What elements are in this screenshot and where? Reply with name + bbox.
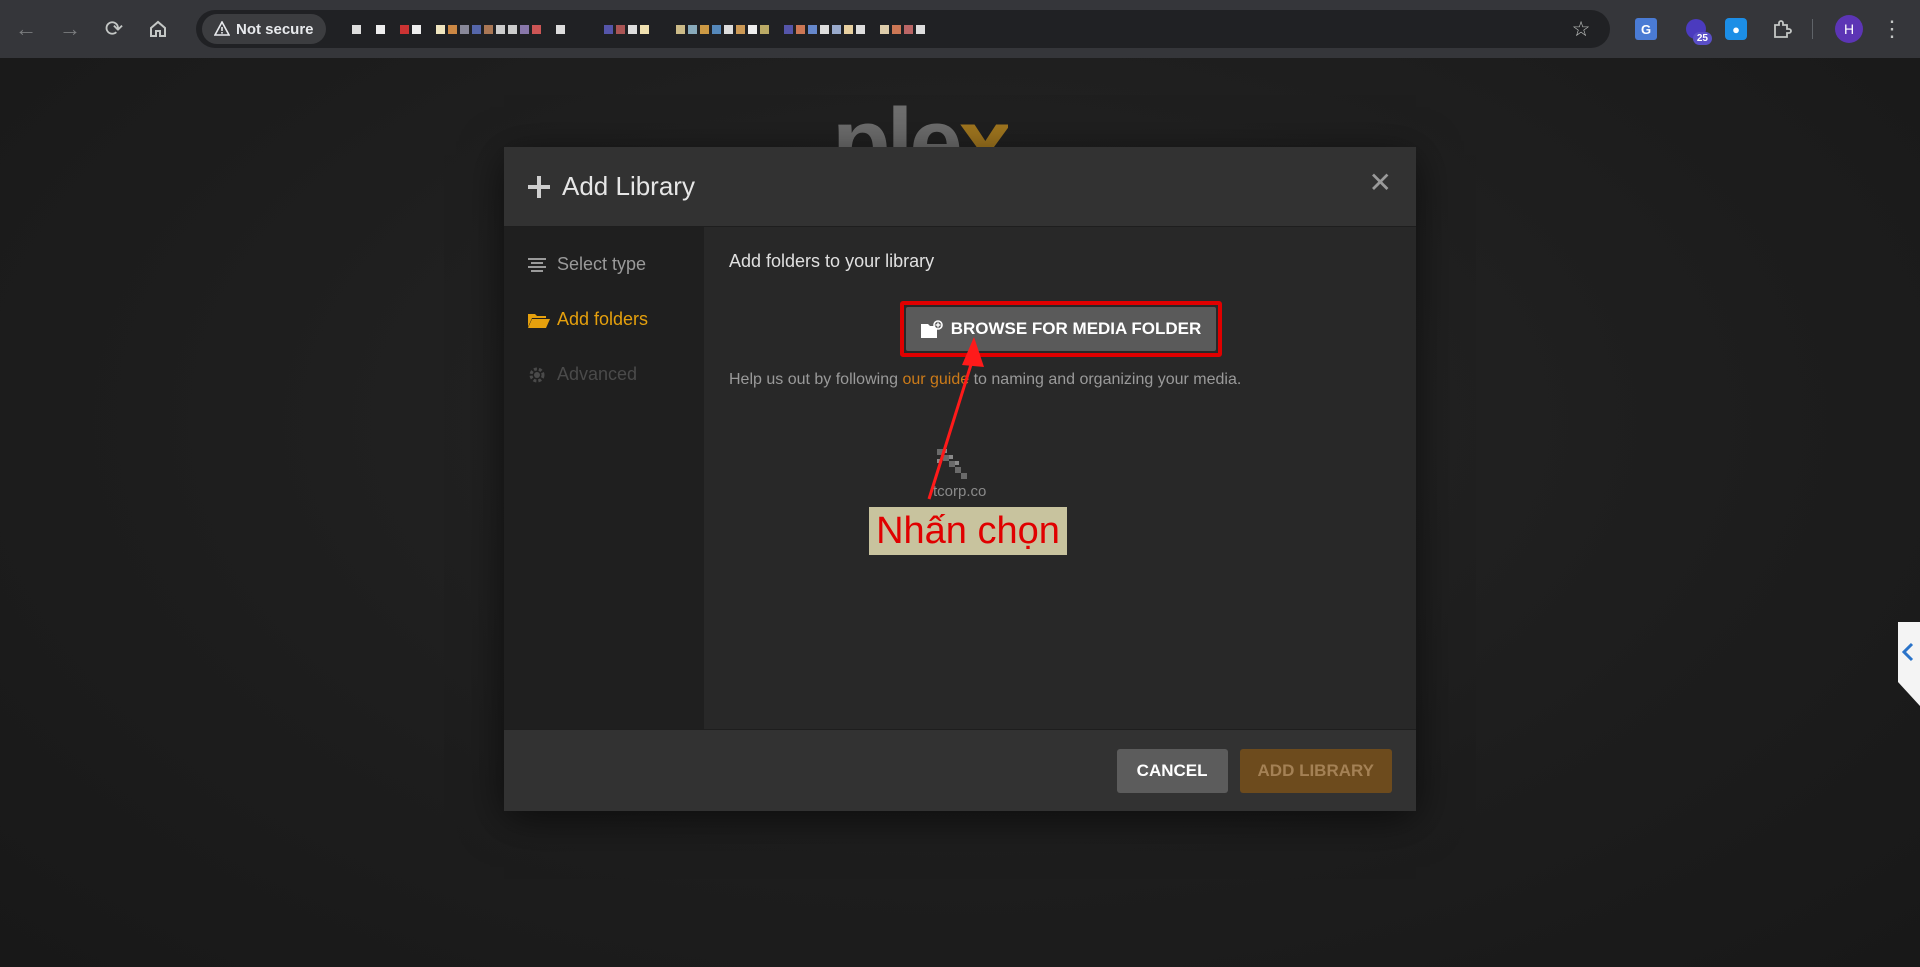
close-icon[interactable]: ✕ bbox=[1369, 169, 1392, 197]
forward-icon[interactable]: → bbox=[52, 11, 88, 47]
folder-open-icon bbox=[528, 312, 550, 328]
extensions-puzzle-icon[interactable] bbox=[1766, 13, 1798, 45]
url-text-redacted bbox=[351, 24, 925, 34]
step-label: Select type bbox=[557, 254, 647, 274]
step-select-type[interactable]: Select type bbox=[504, 237, 704, 292]
side-panel-toggle[interactable] bbox=[1888, 622, 1920, 706]
folder-add-icon bbox=[920, 320, 943, 338]
add-library-dialog: Add Library ✕ Select type Add folders Ad… bbox=[504, 147, 1416, 811]
panel-heading: Add folders to your library bbox=[729, 251, 935, 271]
step-label: Advanced bbox=[557, 364, 638, 384]
guide-link[interactable]: our guide bbox=[902, 371, 969, 388]
extension-badge: 25 bbox=[1692, 32, 1712, 45]
add-folders-panel: Add folders to your library BROWSE FOR M… bbox=[704, 227, 1416, 729]
dialog-header: Add Library ✕ bbox=[504, 147, 1416, 227]
home-icon[interactable] bbox=[140, 11, 176, 47]
bookmark-star-icon[interactable]: ☆ bbox=[1566, 14, 1596, 44]
cancel-button[interactable]: CANCEL bbox=[1116, 748, 1228, 793]
step-label: Add folders bbox=[557, 309, 649, 329]
security-chip[interactable]: Not secure bbox=[202, 14, 326, 44]
dialog-footer: CANCEL ADD LIBRARY bbox=[504, 729, 1416, 811]
profile-avatar[interactable]: H bbox=[1835, 15, 1863, 43]
add-library-button[interactable]: ADD LIBRARY bbox=[1239, 748, 1392, 793]
translate-extension-icon[interactable]: G bbox=[1630, 13, 1662, 45]
address-bar[interactable]: Not secure ☆ bbox=[196, 10, 1610, 48]
help-suffix: to naming and organizing your media. bbox=[969, 371, 1242, 388]
watermark-logo: tcorp.co bbox=[933, 449, 993, 500]
help-text: Help us out by following our guide to na… bbox=[729, 371, 1241, 389]
browse-button-label: BROWSE FOR MEDIA FOLDER bbox=[950, 319, 1202, 338]
warning-icon bbox=[214, 21, 230, 36]
gear-icon bbox=[528, 366, 550, 384]
align-lines-icon bbox=[528, 257, 550, 273]
step-add-folders[interactable]: Add folders bbox=[504, 292, 704, 347]
wizard-steps: Select type Add folders Advanced bbox=[504, 227, 704, 729]
dialog-body: Select type Add folders Advanced Add fol… bbox=[504, 227, 1416, 729]
plus-icon bbox=[528, 175, 550, 198]
step-advanced: Advanced bbox=[504, 347, 704, 402]
browser-toolbar: ← → ⟳ Not secure ☆ G 25 ● H ⋮ bbox=[0, 0, 1920, 58]
browser-menu-icon[interactable]: ⋮ bbox=[1881, 15, 1903, 43]
browse-media-folder-button[interactable]: BROWSE FOR MEDIA FOLDER bbox=[906, 307, 1216, 351]
watermark-text: tcorp.co bbox=[933, 483, 987, 500]
reload-icon[interactable]: ⟳ bbox=[96, 11, 132, 47]
help-prefix: Help us out by following bbox=[729, 371, 903, 388]
annotation-label: Nhấn chọn bbox=[869, 507, 1067, 555]
extension-with-badge-icon[interactable]: 25 bbox=[1680, 13, 1712, 45]
back-icon[interactable]: ← bbox=[8, 11, 44, 47]
toolbar-divider bbox=[1812, 19, 1813, 39]
dialog-title: Add Library bbox=[562, 171, 695, 201]
plex-logo: plex bbox=[832, 95, 1008, 147]
plex-logo-accent: x bbox=[959, 95, 1008, 147]
highlight-box: BROWSE FOR MEDIA FOLDER bbox=[900, 301, 1222, 357]
droplet-extension-icon[interactable]: ● bbox=[1720, 13, 1752, 45]
plex-logo-text: ple bbox=[832, 95, 963, 147]
security-label: Not secure bbox=[236, 20, 314, 38]
